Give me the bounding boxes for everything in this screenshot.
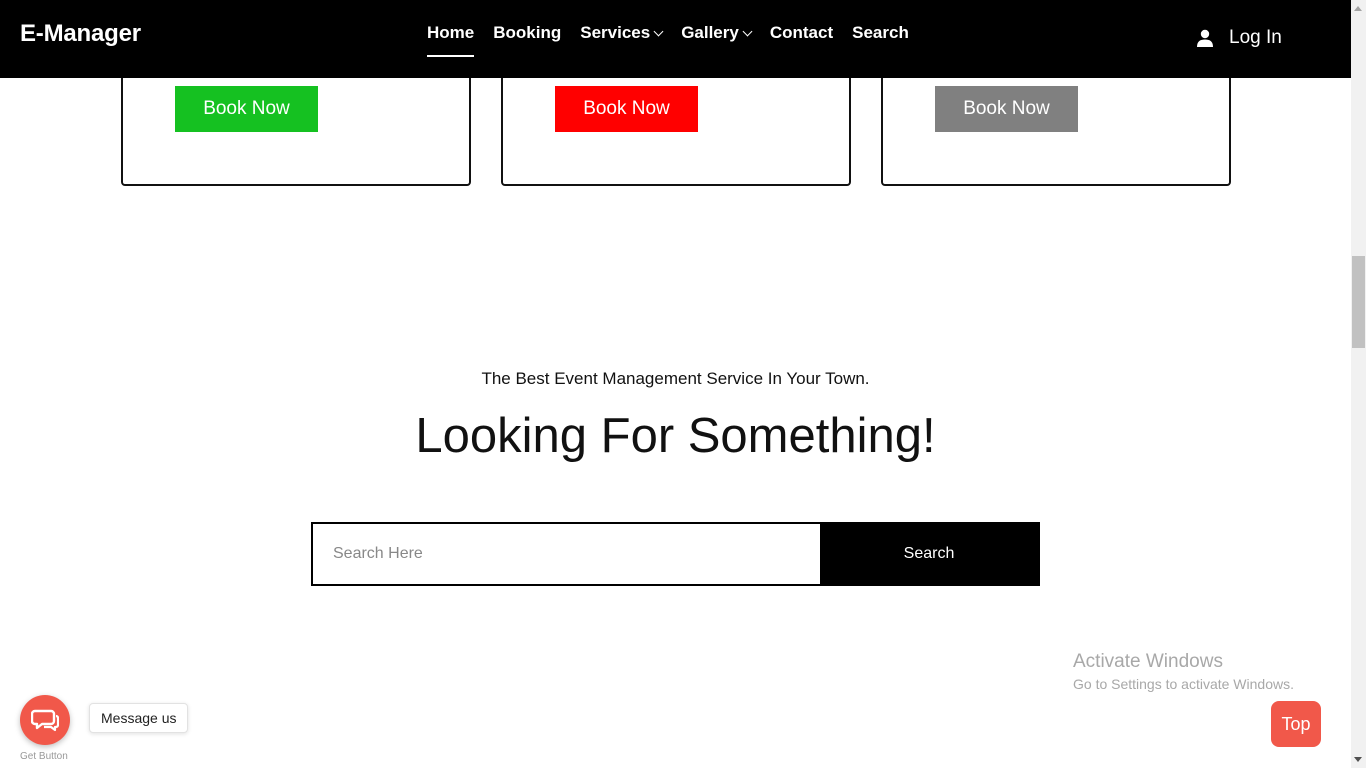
user-icon [1197, 29, 1213, 47]
chevron-down-icon [653, 26, 664, 37]
brand-logo[interactable]: E-Manager [20, 20, 141, 48]
chat-bubbles-icon [31, 709, 59, 732]
hero-headline: Looking For Something! [415, 409, 936, 463]
search-input[interactable] [313, 524, 820, 584]
search-button[interactable]: Search [820, 524, 1038, 584]
nav-home-label: Home [427, 23, 475, 42]
scroll-down-arrow[interactable] [1354, 757, 1362, 762]
scrollbar-thumb[interactable] [1352, 256, 1365, 348]
book-now-button[interactable]: Book Now [555, 86, 698, 132]
chat-button[interactable] [20, 695, 70, 745]
nav-contact[interactable]: Contact [770, 22, 833, 44]
search-form: Search [311, 522, 1040, 586]
page-scrollbar[interactable] [1351, 0, 1366, 768]
nav-home[interactable]: Home [427, 22, 475, 57]
site-header: E-Manager Home Booking Services Gallery … [0, 0, 1351, 78]
nav-gallery-label: Gallery [681, 23, 739, 42]
nav-contact-label: Contact [769, 23, 834, 42]
login-link[interactable]: Log In [1196, 27, 1282, 49]
book-now-button[interactable]: Book Now [175, 86, 318, 132]
nav-search[interactable]: Search [852, 22, 909, 44]
windows-activation-subtitle: Go to Settings to activate Windows. [1073, 676, 1294, 692]
hero-tagline: The Best Event Management Service In You… [481, 369, 870, 388]
nav-gallery[interactable]: Gallery [681, 22, 753, 44]
login-label: Log In [1229, 27, 1282, 48]
get-button-credit[interactable]: Get Button [20, 751, 68, 762]
windows-activation-title: Activate Windows [1073, 651, 1223, 672]
book-now-button[interactable]: Book Now [935, 86, 1078, 132]
back-to-top-button[interactable]: Top [1271, 701, 1321, 747]
nav-booking[interactable]: Booking [493, 22, 561, 44]
nav-search-label: Search [852, 23, 909, 42]
scroll-up-arrow[interactable] [1354, 6, 1362, 11]
nav-booking-label: Booking [493, 23, 562, 42]
chevron-down-icon [742, 26, 753, 37]
main-nav: Home Booking Services Gallery Contact Se… [427, 22, 928, 57]
nav-services-label: Services [580, 23, 651, 42]
message-us-label[interactable]: Message us [89, 703, 189, 733]
nav-services[interactable]: Services [580, 22, 664, 44]
